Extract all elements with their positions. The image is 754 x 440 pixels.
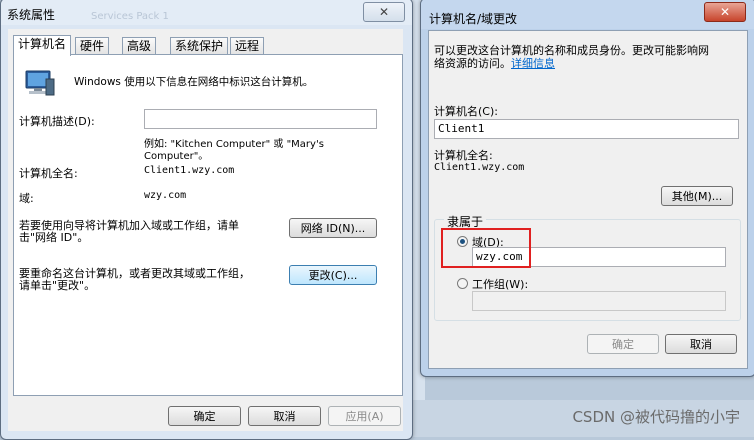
workgroup-radio-label[interactable]: 工作组(W): (472, 276, 528, 292)
domain-value: wzy.com (144, 190, 187, 201)
network-id-text-2: 击"网络 ID"。 (19, 231, 89, 244)
ok-button[interactable]: 确定 (587, 334, 659, 354)
dialog-intro-2: 络资源的访问。详细信息 (434, 57, 555, 70)
dialog-title: 计算机名/域更改 (429, 12, 518, 26)
network-id-button[interactable]: 网络 ID(N)... (289, 218, 377, 238)
dialog-client-area: 可以更改这台计算机的名称和成员身份。更改可能影响网 络资源的访问。详细信息 计算… (428, 30, 748, 369)
tab-panel: Windows 使用以下信息在网络中标识这台计算机。 计算机描述(D): 例如:… (13, 54, 403, 396)
red-highlight-box (441, 228, 531, 268)
computer-name-domain-dialog: 计算机名/域更改 ✕ 可以更改这台计算机的名称和成员身份。更改可能影响网 络资源… (420, 0, 754, 377)
domain-label: 域: (19, 192, 34, 205)
close-icon: ✕ (719, 5, 731, 19)
faded-background-text: Services Pack 1 (91, 11, 169, 22)
apply-button[interactable]: 应用(A) (328, 406, 401, 426)
watermark: CSDN @被代码撸的小宇 (572, 408, 740, 426)
cancel-button[interactable]: 取消 (665, 334, 737, 354)
window-client-area: 计算机名 硬件 高级 系统保护 远程 Windows 使用以下信息在网络中标识这… (8, 29, 403, 431)
close-button[interactable]: ✕ (363, 2, 405, 22)
close-button[interactable]: ✕ (704, 2, 746, 22)
details-link[interactable]: 详细信息 (511, 57, 555, 70)
workgroup-radio[interactable] (457, 278, 468, 289)
tab-advanced[interactable]: 高级 (122, 37, 157, 54)
computer-icon (25, 70, 55, 96)
system-properties-window: 系统属性 Services Pack 1 ✕ 计算机名 硬件 高级 系统保护 远… (0, 0, 413, 440)
change-button[interactable]: 更改(C)... (289, 265, 377, 285)
more-button[interactable]: 其他(M)... (661, 186, 733, 206)
ok-button[interactable]: 确定 (168, 406, 241, 426)
full-name-label: 计算机全名: (434, 149, 493, 162)
description-input[interactable] (144, 109, 377, 129)
computer-name-input[interactable]: Client1 (434, 119, 739, 139)
tab-system-protection[interactable]: 系统保护 (170, 37, 229, 54)
description-label: 计算机描述(D): (19, 115, 95, 128)
workgroup-input[interactable] (472, 291, 726, 311)
description-example-2: Computer"。 (144, 151, 209, 162)
intro-text: Windows 使用以下信息在网络中标识这台计算机。 (74, 76, 314, 88)
titlebar: 系统属性 Services Pack 1 ✕ (1, 0, 412, 25)
rename-text-2: 请单击"更改"。 (19, 279, 96, 292)
full-name-value: Client1.wzy.com (144, 165, 235, 176)
tab-hardware[interactable]: 硬件 (75, 37, 110, 54)
tab-computer-name[interactable]: 计算机名 (13, 35, 72, 56)
full-name-label: 计算机全名: (19, 167, 78, 180)
tab-remote[interactable]: 远程 (230, 37, 265, 54)
computer-name-label: 计算机名(C): (434, 105, 498, 118)
cancel-button[interactable]: 取消 (248, 406, 321, 426)
full-name-value: Client1.wzy.com (434, 162, 525, 173)
titlebar: 计算机名/域更改 ✕ (421, 0, 754, 29)
window-title: 系统属性 (7, 8, 56, 22)
close-icon: ✕ (378, 5, 390, 19)
